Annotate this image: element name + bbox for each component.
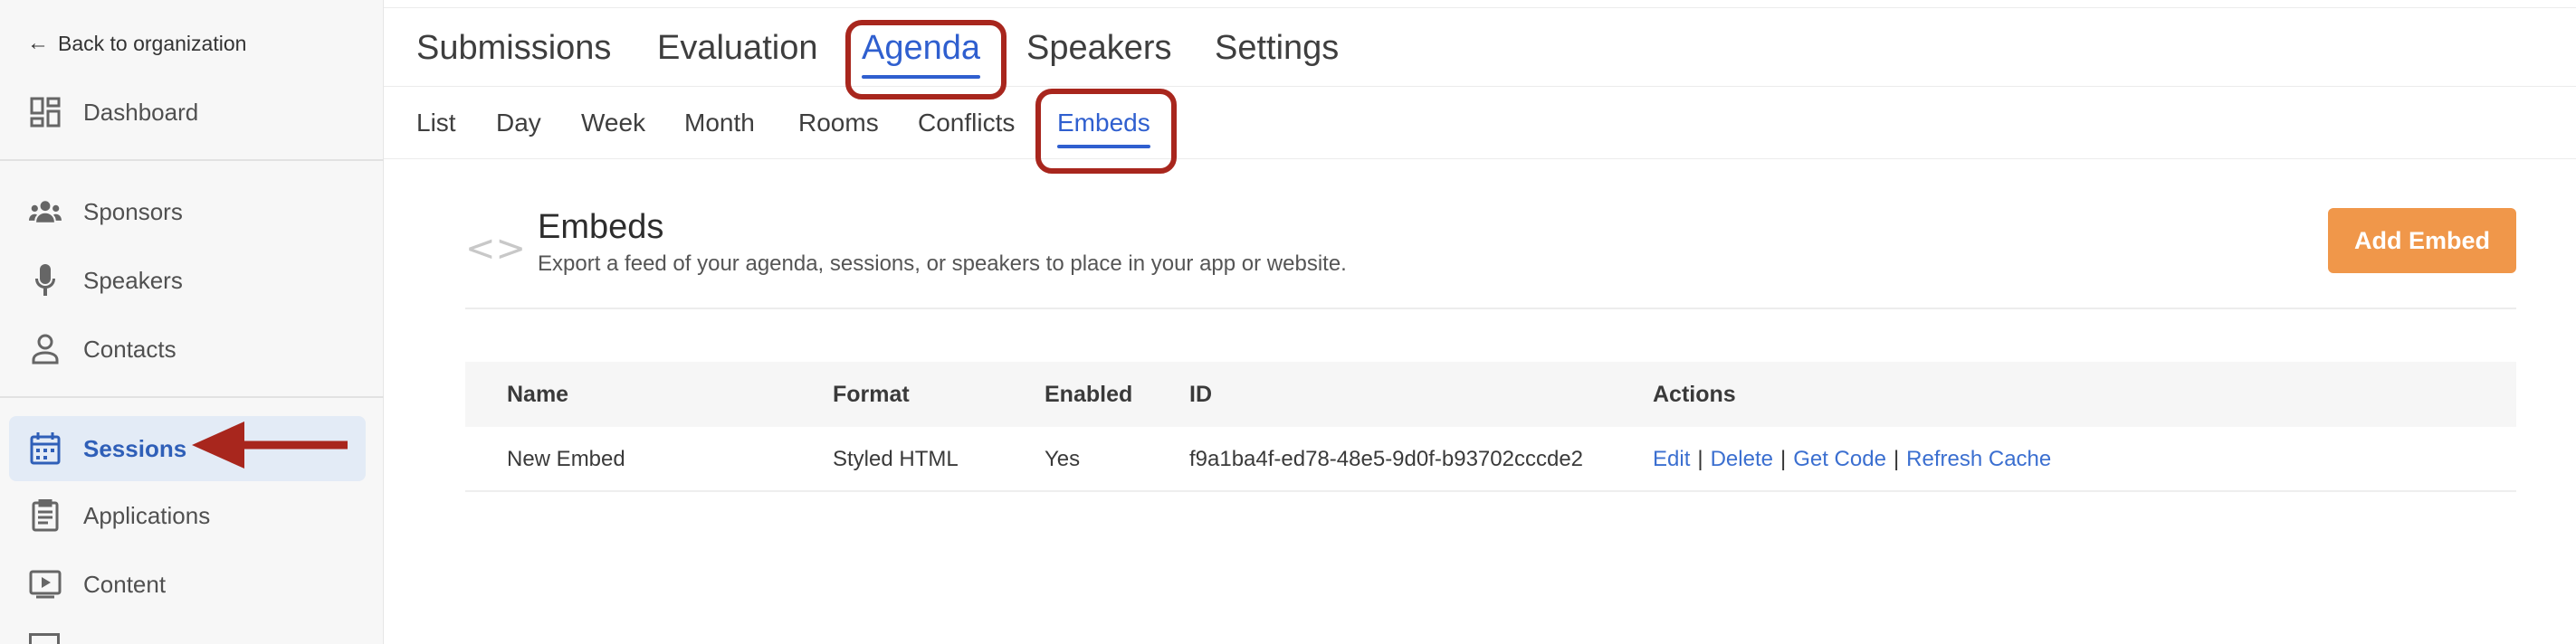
cell-format: Styled HTML (833, 447, 959, 471)
person-icon (29, 333, 62, 365)
action-separator: | (1779, 447, 1787, 471)
sidebar-item-dashboard[interactable]: Dashboard (9, 80, 366, 145)
sidebar-item-speakers[interactable]: Speakers (9, 248, 366, 313)
cell-name: New Embed (507, 447, 625, 471)
refresh-cache-link[interactable]: Refresh Cache (1906, 447, 2051, 471)
sidebar-item-label: Content (83, 570, 167, 598)
tab-settings[interactable]: Settings (1215, 24, 1339, 71)
subtab-rooms[interactable]: Rooms (798, 105, 879, 141)
tab-speakers[interactable]: Speakers (1026, 24, 1172, 71)
embeds-section-header: <> Embeds Export a feed of your agenda, … (465, 199, 2516, 309)
sidebar-item-label: Applications (83, 501, 211, 529)
dashboard-icon (29, 96, 62, 128)
column-header-actions: Actions (1653, 382, 1736, 407)
cell-actions: Edit | Delete | Get Code | Refresh Cache (1653, 427, 2051, 492)
column-header-format: Format (833, 382, 910, 407)
column-header-name: Name (507, 382, 569, 407)
sidebar-item-content[interactable]: Content (9, 552, 366, 617)
subtab-month[interactable]: Month (684, 105, 755, 141)
sidebar: ← Back to organization Dashboard Sponsor… (0, 0, 384, 644)
sidebar-item-partial-icon (29, 633, 60, 644)
microphone-icon (29, 264, 62, 297)
sidebar-item-applications[interactable]: Applications (9, 483, 366, 548)
top-navigation: Submissions Evaluation Agenda Speakers S… (384, 7, 2576, 87)
sidebar-item-label: Speakers (83, 266, 183, 294)
arrow-left-icon: ← (27, 31, 49, 55)
column-header-enabled: Enabled (1045, 382, 1133, 407)
embeds-table: Name Format Enabled ID Actions New Embed… (465, 362, 2516, 492)
delete-link[interactable]: Delete (1711, 447, 1773, 471)
subtab-conflicts[interactable]: Conflicts (918, 105, 1015, 141)
back-to-organization-link[interactable]: ← Back to organization (27, 27, 246, 60)
sidebar-item-sponsors[interactable]: Sponsors (9, 179, 366, 244)
section-subtitle: Export a feed of your agenda, sessions, … (538, 251, 1347, 276)
clipboard-icon (29, 499, 62, 532)
subtab-list[interactable]: List (416, 105, 456, 141)
calendar-icon (29, 432, 62, 465)
table-header-row: Name Format Enabled ID Actions (465, 362, 2516, 427)
section-title: Embeds (538, 208, 664, 246)
sidebar-item-label: Dashboard (83, 98, 199, 126)
sidebar-item-label: Sponsors (83, 197, 183, 225)
action-separator: | (1697, 447, 1703, 471)
tab-agenda[interactable]: Agenda (862, 24, 981, 79)
sidebar-item-label: Contacts (83, 335, 177, 363)
cell-id: f9a1ba4f-ed78-48e5-9d0f-b93702cccde2 (1189, 447, 1584, 471)
cell-enabled: Yes (1045, 447, 1081, 471)
sidebar-item-label: Sessions (83, 434, 187, 462)
subtab-week[interactable]: Week (581, 105, 645, 141)
annotation-arrow-icon (192, 421, 348, 469)
sidebar-item-contacts[interactable]: Contacts (9, 317, 366, 382)
subtab-day[interactable]: Day (496, 105, 541, 141)
action-separator: | (1893, 447, 1900, 471)
people-icon (29, 195, 62, 228)
back-link-label: Back to organization (58, 31, 247, 55)
add-embed-button[interactable]: Add Embed (2328, 208, 2516, 273)
tab-evaluation[interactable]: Evaluation (657, 24, 817, 71)
sidebar-divider (0, 159, 384, 161)
sub-navigation: List Day Week Month Rooms Conflicts Embe… (384, 87, 2576, 159)
subtab-embeds[interactable]: Embeds (1057, 105, 1150, 148)
get-code-link[interactable]: Get Code (1793, 447, 1886, 471)
edit-link[interactable]: Edit (1653, 447, 1690, 471)
code-brackets-icon: <> (465, 228, 527, 270)
sidebar-divider (0, 396, 384, 398)
table-row: New Embed Styled HTML Yes f9a1ba4f-ed78-… (465, 427, 2516, 492)
tab-submissions[interactable]: Submissions (416, 24, 611, 71)
column-header-id: ID (1189, 382, 1212, 407)
video-icon (29, 568, 62, 601)
